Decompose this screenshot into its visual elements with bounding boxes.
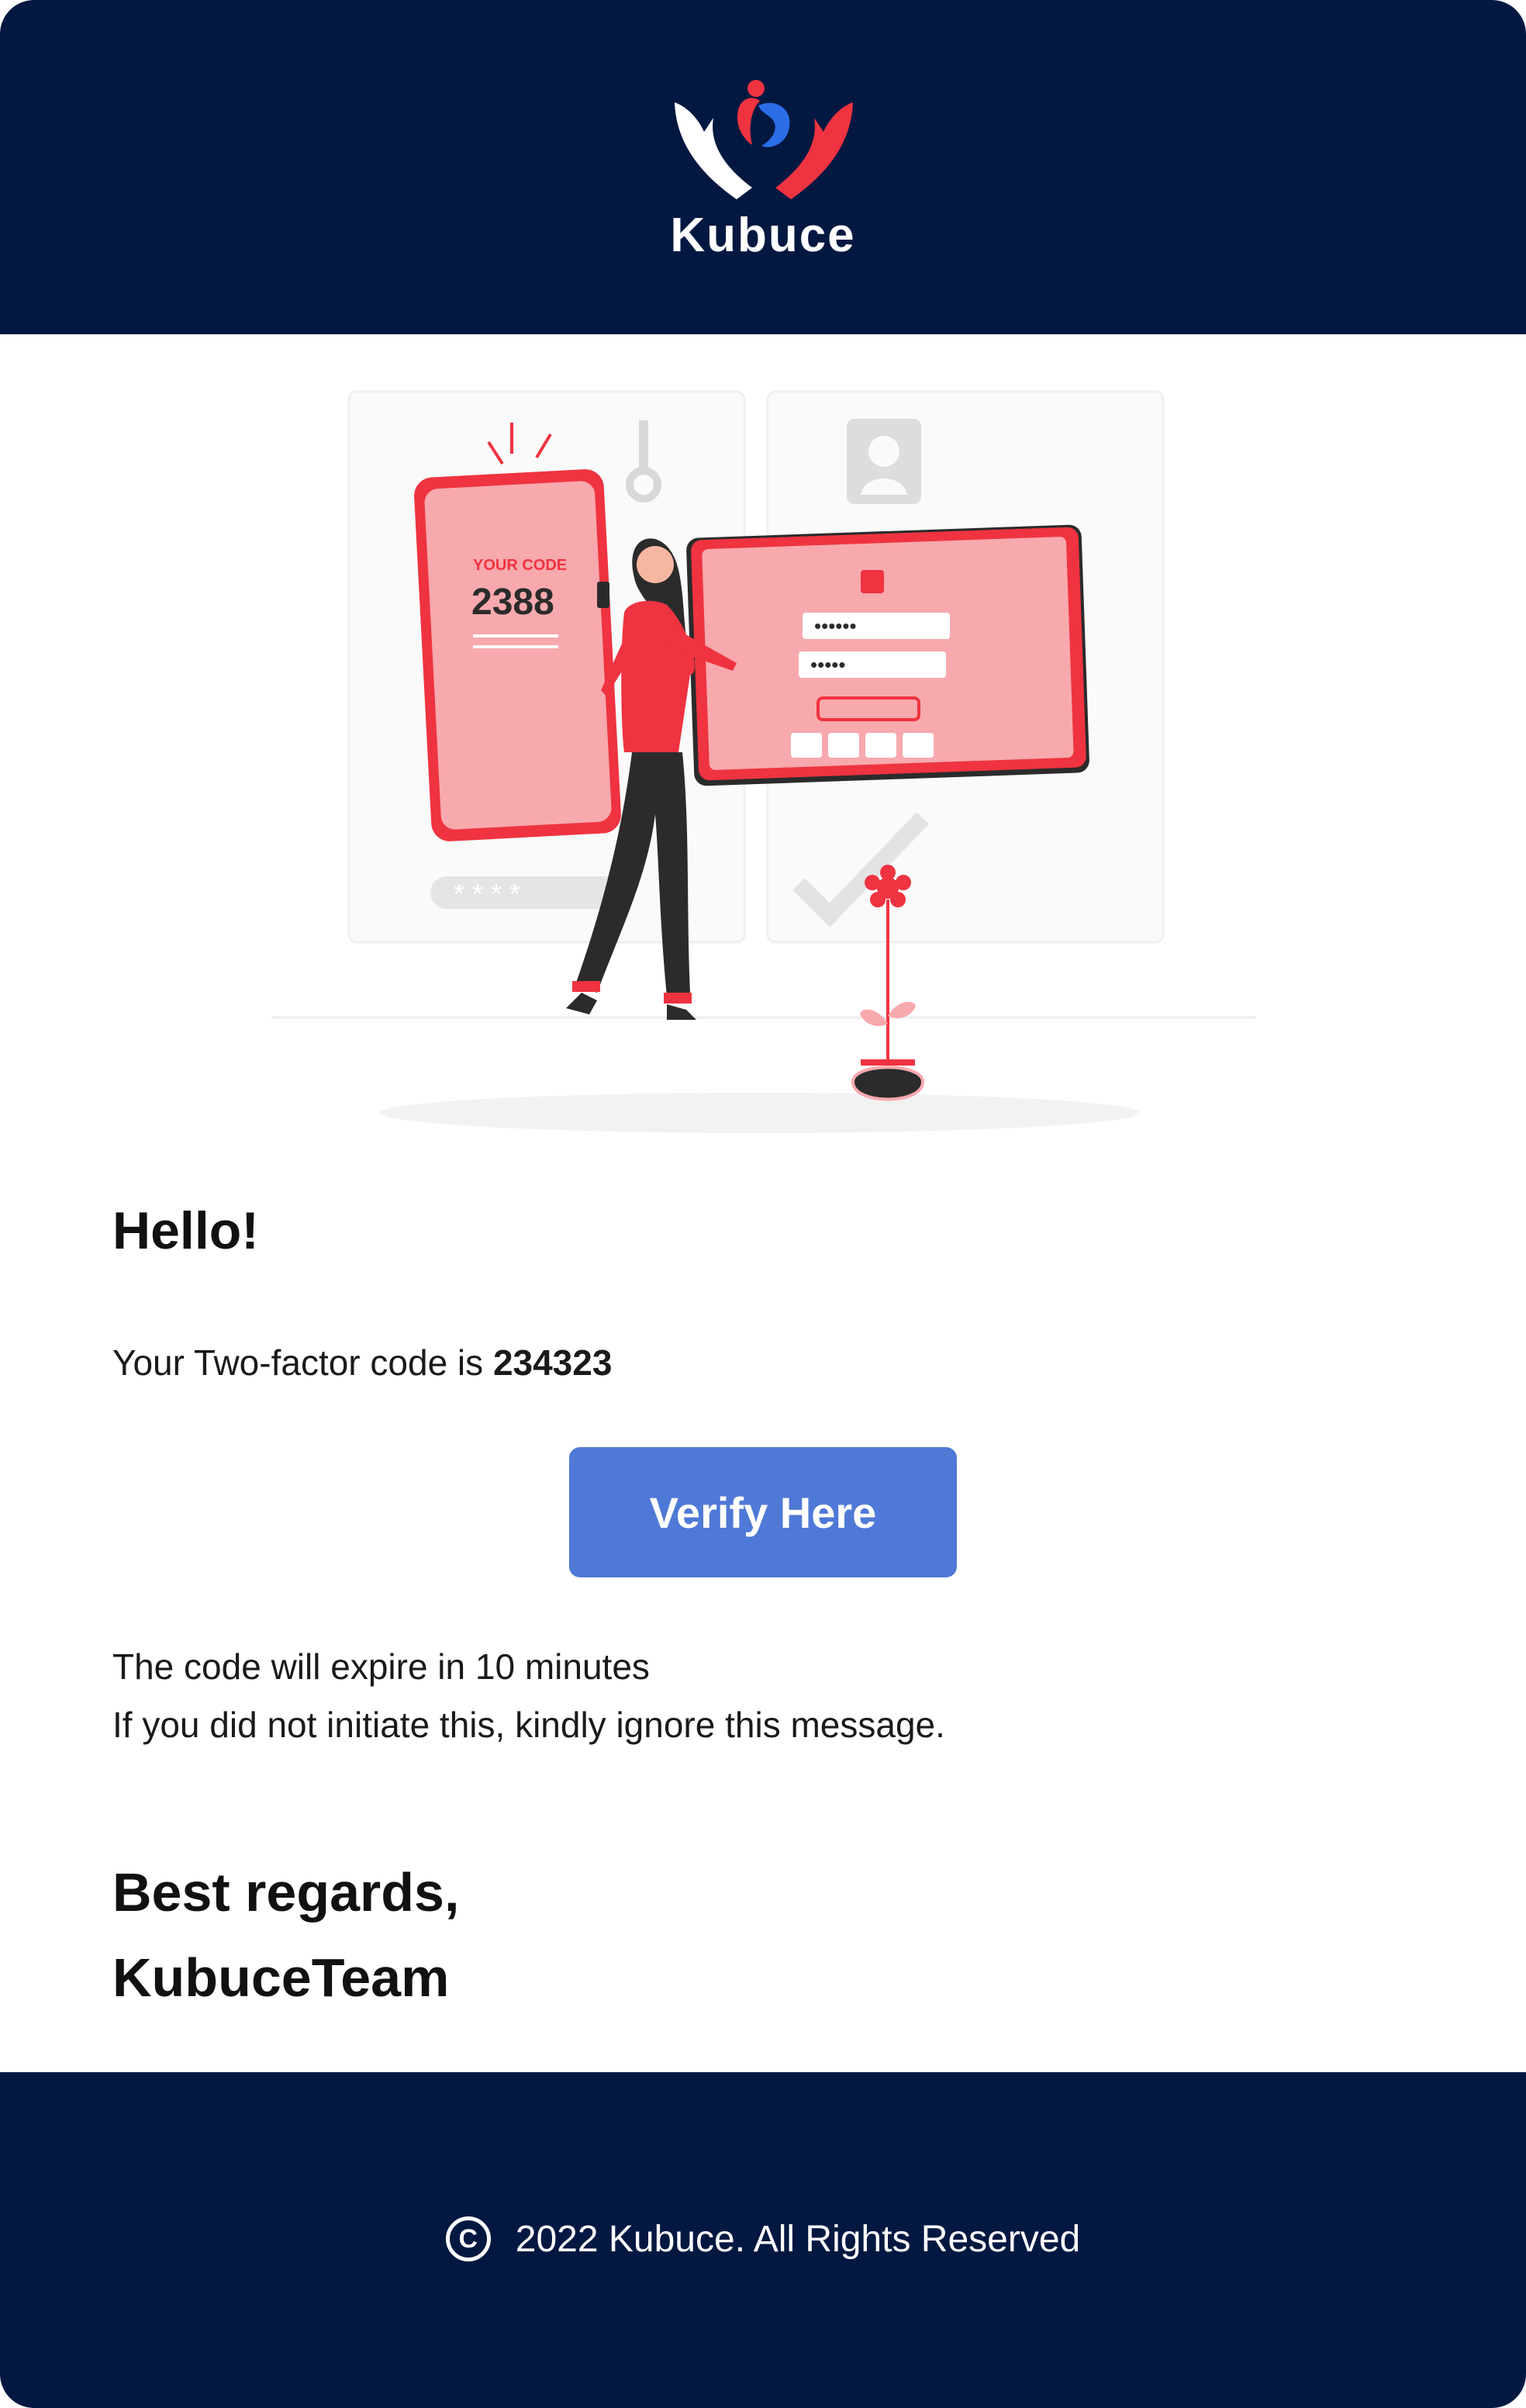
phone-code-value: 2388 bbox=[471, 582, 554, 623]
copyright-text: 2022 Kubuce. All Rights Reserved bbox=[515, 2218, 1081, 2260]
copyright-icon: C bbox=[445, 2216, 491, 2261]
ignore-notice: If you did not initiate this, kindly ign… bbox=[112, 1705, 945, 1745]
brand-name: Kubuce bbox=[670, 209, 856, 262]
svg-text:•••••: ••••• bbox=[810, 653, 846, 676]
verify-button[interactable]: Verify Here bbox=[569, 1447, 957, 1577]
phone-code-label: YOUR CODE bbox=[473, 557, 567, 574]
signoff-team: KubuceTeam bbox=[112, 1947, 450, 2008]
svg-text:* * * *: * * * * bbox=[454, 878, 520, 910]
greeting-heading: Hello! bbox=[112, 1201, 259, 1260]
two-factor-illustration: YOUR CODE 2388 * * * * •••••• ••••• bbox=[271, 390, 1256, 1133]
email-card: Kubuce YOUR CODE 2388 * * * * •••••• •••… bbox=[0, 0, 1526, 2408]
svg-text:••••••: •••••• bbox=[814, 614, 857, 637]
two-factor-code: 234323 bbox=[492, 1342, 613, 1383]
code-prefix: Your Two-factor code is bbox=[112, 1342, 493, 1383]
email-header: Kubuce bbox=[0, 0, 1526, 334]
expiry-notice: The code will expire in 10 minutes bbox=[112, 1646, 650, 1687]
two-factor-code-line: Your Two-factor code is 234323 bbox=[112, 1342, 612, 1384]
copyright-line: C 2022 Kubuce. All Rights Reserved bbox=[0, 2216, 1526, 2261]
signoff-regards: Best regards, bbox=[112, 1862, 460, 1923]
hands-people-logo-icon bbox=[675, 80, 853, 199]
